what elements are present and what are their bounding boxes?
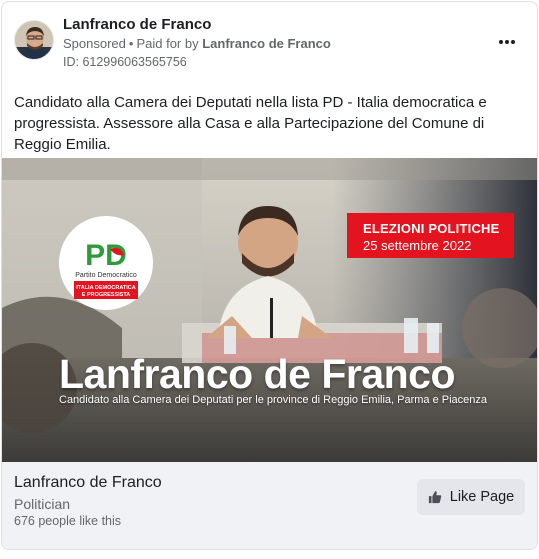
- ad-id: ID: 612996063565756: [63, 55, 187, 69]
- creative-subline: Candidato alla Camera dei Deputati per l…: [59, 394, 488, 406]
- like-page-label: Like Page: [449, 489, 515, 505]
- logo-letters: PD: [85, 239, 127, 272]
- ad-card: Lanfranco de Franco Sponsored • Paid for b…: [1, 1, 538, 550]
- pd-party-logo: PD Partito Democratico ITALIA DEMOCRATIC…: [59, 216, 153, 310]
- election-date: 25 settembre 2022: [363, 238, 472, 253]
- logo-party-name: Partito Democratico: [75, 272, 137, 279]
- page-name-link[interactable]: Lanfranco de Franco: [63, 16, 211, 33]
- meta-separator: •: [128, 36, 134, 51]
- like-page-button[interactable]: Like Page: [417, 479, 525, 515]
- avatar[interactable]: [14, 20, 54, 60]
- logo-tagline-1: ITALIA DEMOCRATICA: [76, 285, 136, 291]
- more-horizontal-icon: [499, 40, 515, 44]
- footer-likes-count: 676 people like this: [14, 514, 122, 528]
- avatar-image: [15, 21, 53, 59]
- post-body-text: Candidato alla Camera dei Deputati nella…: [14, 94, 487, 153]
- logo-tagline-2: E PROGRESSISTA: [82, 292, 131, 298]
- creative-headline: Lanfranco de Franco: [59, 351, 456, 397]
- paid-for-prefix: Paid for by: [136, 36, 199, 51]
- page-footer: Lanfranco de Franco Politician 676 peopl…: [2, 462, 537, 549]
- election-title: ELEZIONI POLITICHE: [363, 221, 500, 236]
- paid-for-name: Lanfranco de Franco: [202, 36, 331, 51]
- post-header: Lanfranco de Franco Sponsored • Paid for b…: [2, 2, 537, 82]
- thumbs-up-icon: [428, 491, 441, 504]
- ad-creative-image[interactable]: PD Partito Democratico ITALIA DEMOCRATIC…: [2, 158, 537, 462]
- more-options-button[interactable]: [495, 32, 519, 52]
- sponsored-label[interactable]: Sponsored: [63, 36, 126, 51]
- election-badge: ELEZIONI POLITICHE 25 settembre 2022: [347, 213, 514, 258]
- footer-category: Politician: [14, 496, 71, 512]
- footer-page-name[interactable]: Lanfranco de Franco: [14, 474, 162, 492]
- sponsored-meta: Sponsored • Paid for by Lanfranco de Franc…: [63, 36, 331, 51]
